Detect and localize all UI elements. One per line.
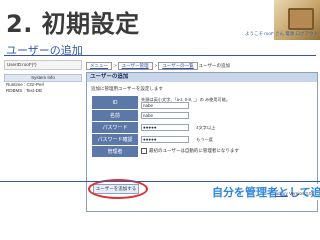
breadcrumb-separator: > xyxy=(114,63,117,68)
id-input[interactable]: nabe xyxy=(141,101,189,109)
admin-checkbox[interactable] xyxy=(141,148,147,155)
password-row: パスワード ●●●●● 4文字以上 xyxy=(91,121,313,134)
name-label: 名前 xyxy=(91,109,139,122)
breadcrumb: メニュー > ユーザー管理 > ユーザーの一覧 ユーザーの追加 xyxy=(86,62,230,70)
highlight-circle xyxy=(88,179,148,199)
password-confirm-row: パスワード確認 ●●●●● もう一度 xyxy=(91,133,313,146)
rdbms-info: RDBMS : Text-DB xyxy=(6,88,42,93)
admin-label: 管理者 xyxy=(91,145,139,158)
admin-hint: 最初のユーザーは自動的に管理者になります xyxy=(149,148,239,154)
slide-title: 2. 初期設定 xyxy=(6,10,140,38)
name-row: 名前 nabe xyxy=(91,109,313,122)
breadcrumb-current: ユーザーの追加 xyxy=(198,63,231,68)
breadcrumb-user-management[interactable]: ユーザー管理 xyxy=(117,62,153,70)
user-id-box: UserID:root*(*) xyxy=(4,60,82,70)
product-link[interactable]: adiary xyxy=(275,191,287,196)
id-label: ID xyxy=(91,95,139,110)
welcome-text: ようこそ root* さん 電源 ログアウト xyxy=(244,31,318,36)
system-info-title: System Info xyxy=(4,74,82,82)
breadcrumb-user-list[interactable]: ユーザーの一覧 xyxy=(158,62,198,70)
panel-description: 追加に管理用ユーザーを設定します xyxy=(91,86,163,91)
name-input[interactable]: nabe xyxy=(141,112,189,119)
user-form: ID 先頭は英小文字、「a-z, 0-9, _」の み使用可能。 nabe 名前… xyxy=(91,95,313,158)
password-confirm-hint: もう一度 xyxy=(196,136,213,142)
footer: adiary Version 3.01 xyxy=(275,191,314,196)
sidebar: UserID:root*(*) System Info Runtime : CG… xyxy=(4,60,82,94)
id-row: ID 先頭は英小文字、「a-z, 0-9, _」の み使用可能。 nabe xyxy=(91,95,313,110)
admin-row: 管理者 最初のユーザーは自動的に管理者になります xyxy=(91,145,313,158)
book-icon xyxy=(288,8,314,30)
password-input[interactable]: ●●●●● xyxy=(141,124,189,131)
app-window: ユーザーの追加 UserID:root*(*) System Info Runt… xyxy=(0,40,320,240)
password-confirm-label: パスワード確認 xyxy=(91,133,139,146)
footer-divider xyxy=(0,181,320,182)
password-hint: 4文字以上 xyxy=(196,124,216,130)
password-label: パスワード xyxy=(91,121,139,134)
heading-divider xyxy=(4,55,316,56)
password-confirm-input[interactable]: ●●●●● xyxy=(141,136,189,143)
breadcrumb-menu[interactable]: メニュー xyxy=(86,62,112,70)
version-text: Version 3.01 xyxy=(288,191,314,196)
panel-title: ユーザーの追加 xyxy=(87,73,317,82)
breadcrumb-separator: > xyxy=(154,63,158,68)
